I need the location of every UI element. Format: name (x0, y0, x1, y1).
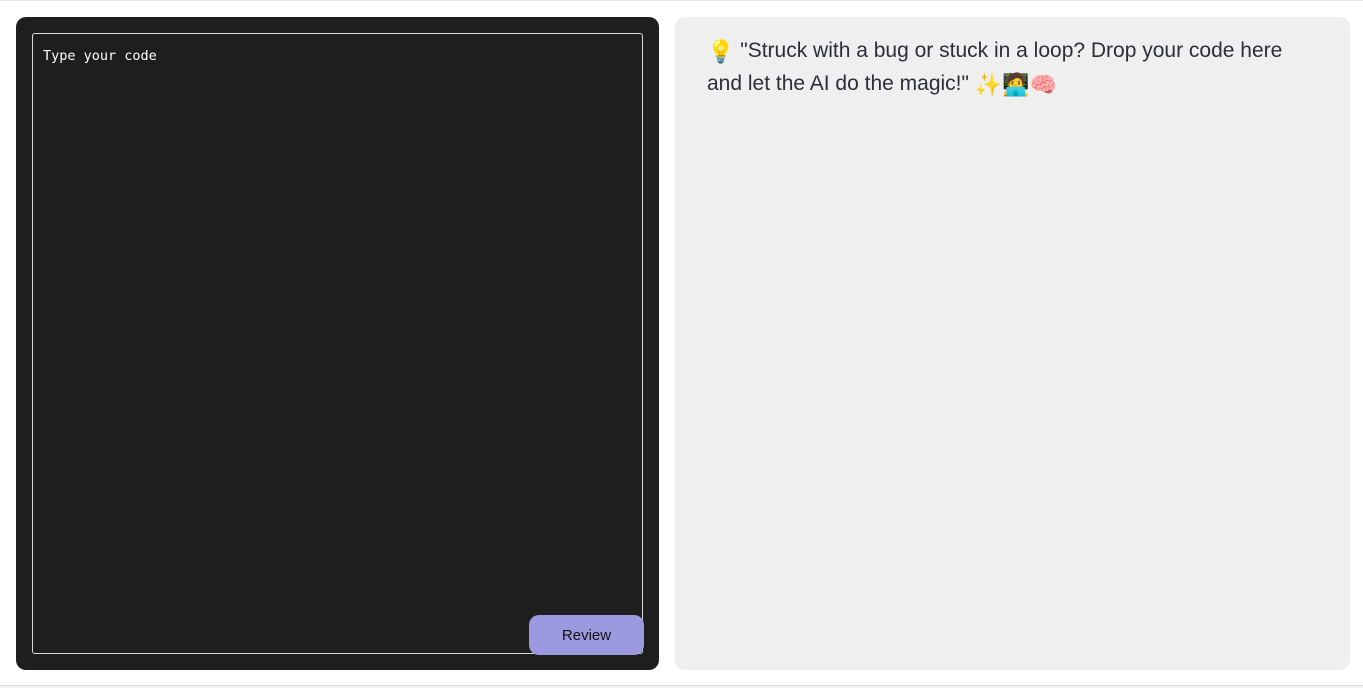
brain-icon: 🧠 (1029, 72, 1058, 97)
review-output-panel: 💡 "Struck with a bug or stuck in a loop?… (675, 17, 1350, 670)
review-button[interactable]: Review (529, 615, 644, 655)
code-input[interactable] (33, 34, 642, 653)
technologist-icon: 🧑‍💻 (1002, 72, 1030, 97)
sparkles-icon: ✨ (974, 72, 1003, 97)
code-editor-box: Review (32, 33, 644, 655)
code-editor-panel: Review (16, 17, 659, 670)
intro-message: 💡 "Struck with a bug or stuck in a loop?… (707, 34, 1319, 100)
light-bulb-icon: 💡 (707, 39, 735, 64)
app-root: Review 💡 "Struck with a bug or stuck in … (0, 0, 1363, 688)
